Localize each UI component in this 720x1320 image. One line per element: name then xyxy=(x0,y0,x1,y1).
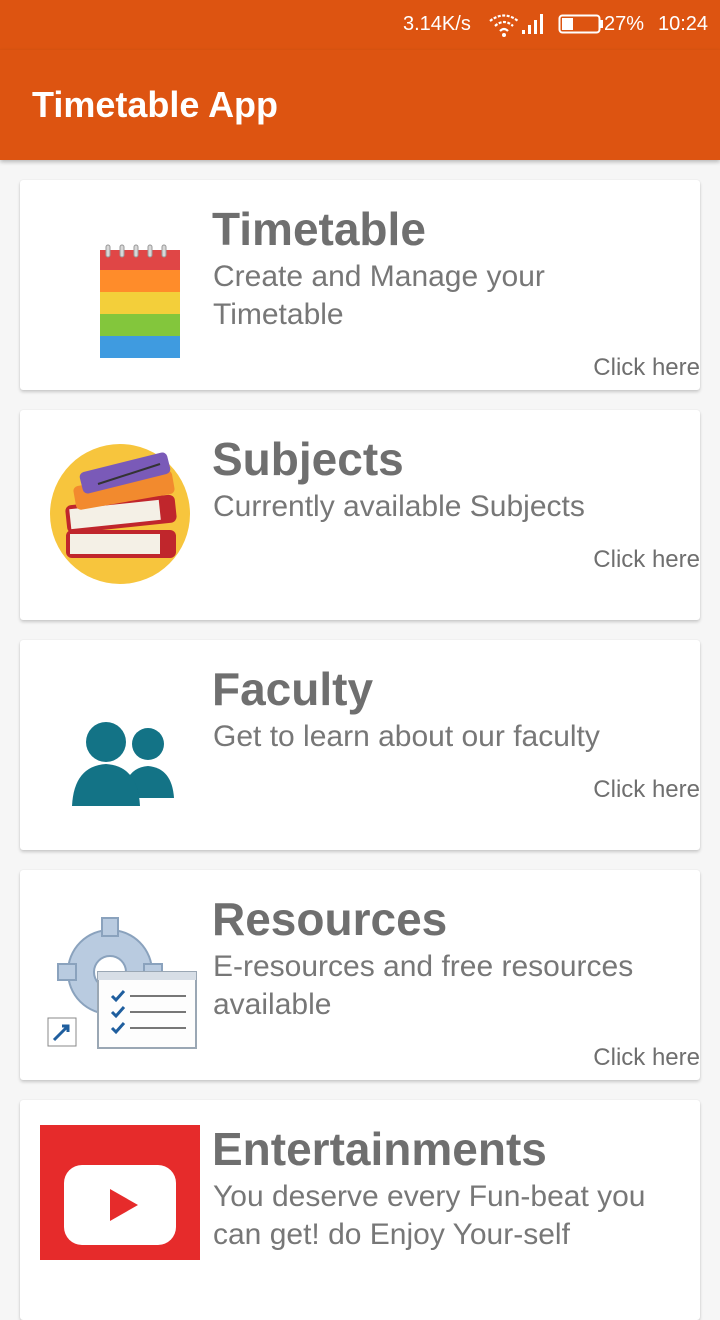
card-title: Timetable xyxy=(212,203,426,255)
card-title: Subjects xyxy=(212,433,404,485)
net-speed: 3.14K/s xyxy=(403,13,471,35)
card-description: E-resources and free resources available xyxy=(213,950,634,1021)
wifi-icon xyxy=(489,14,519,37)
status-bar: 3.14K/s 27% 10:24 xyxy=(0,0,720,50)
signal-icon xyxy=(522,14,543,34)
notepad-icon xyxy=(100,244,180,358)
youtube-icon xyxy=(40,1125,200,1260)
card-description: Get to learn about our faculty xyxy=(213,720,600,753)
battery-icon xyxy=(558,14,603,34)
card-title: Entertainments xyxy=(212,1123,547,1175)
people-icon xyxy=(72,722,174,806)
battery-percent: 27% xyxy=(604,13,645,35)
books-icon xyxy=(50,444,190,584)
timetable-card[interactable]: Timetable Create and Manage your Timetab… xyxy=(20,180,700,390)
click-here-link[interactable]: Click here xyxy=(593,776,700,804)
card-title: Resources xyxy=(212,893,448,945)
resources-card[interactable]: Resources E-resources and free resources… xyxy=(20,870,700,1080)
card-title: Faculty xyxy=(212,663,374,715)
subjects-card[interactable]: Subjects Currently available Subjects Cl… xyxy=(20,410,700,620)
click-here-link[interactable]: Click here xyxy=(593,354,700,382)
card-description: You deserve every Fun-beat you can get! … xyxy=(213,1180,646,1251)
click-here-link[interactable]: Click here xyxy=(593,546,700,574)
faculty-card[interactable]: Faculty Get to learn about our faculty C… xyxy=(20,640,700,850)
entertainments-card[interactable]: Entertainments You deserve every Fun-bea… xyxy=(20,1100,700,1320)
click-here-link[interactable]: Click here xyxy=(593,1044,700,1072)
resources-gear-icon xyxy=(47,917,197,1049)
clock: 10:24 xyxy=(658,13,709,35)
app-title: Timetable App xyxy=(32,84,279,125)
app-bar: Timetable App xyxy=(0,50,720,160)
card-description: Currently available Subjects xyxy=(213,490,585,523)
card-description: Create and Manage your Timetable xyxy=(213,260,545,331)
